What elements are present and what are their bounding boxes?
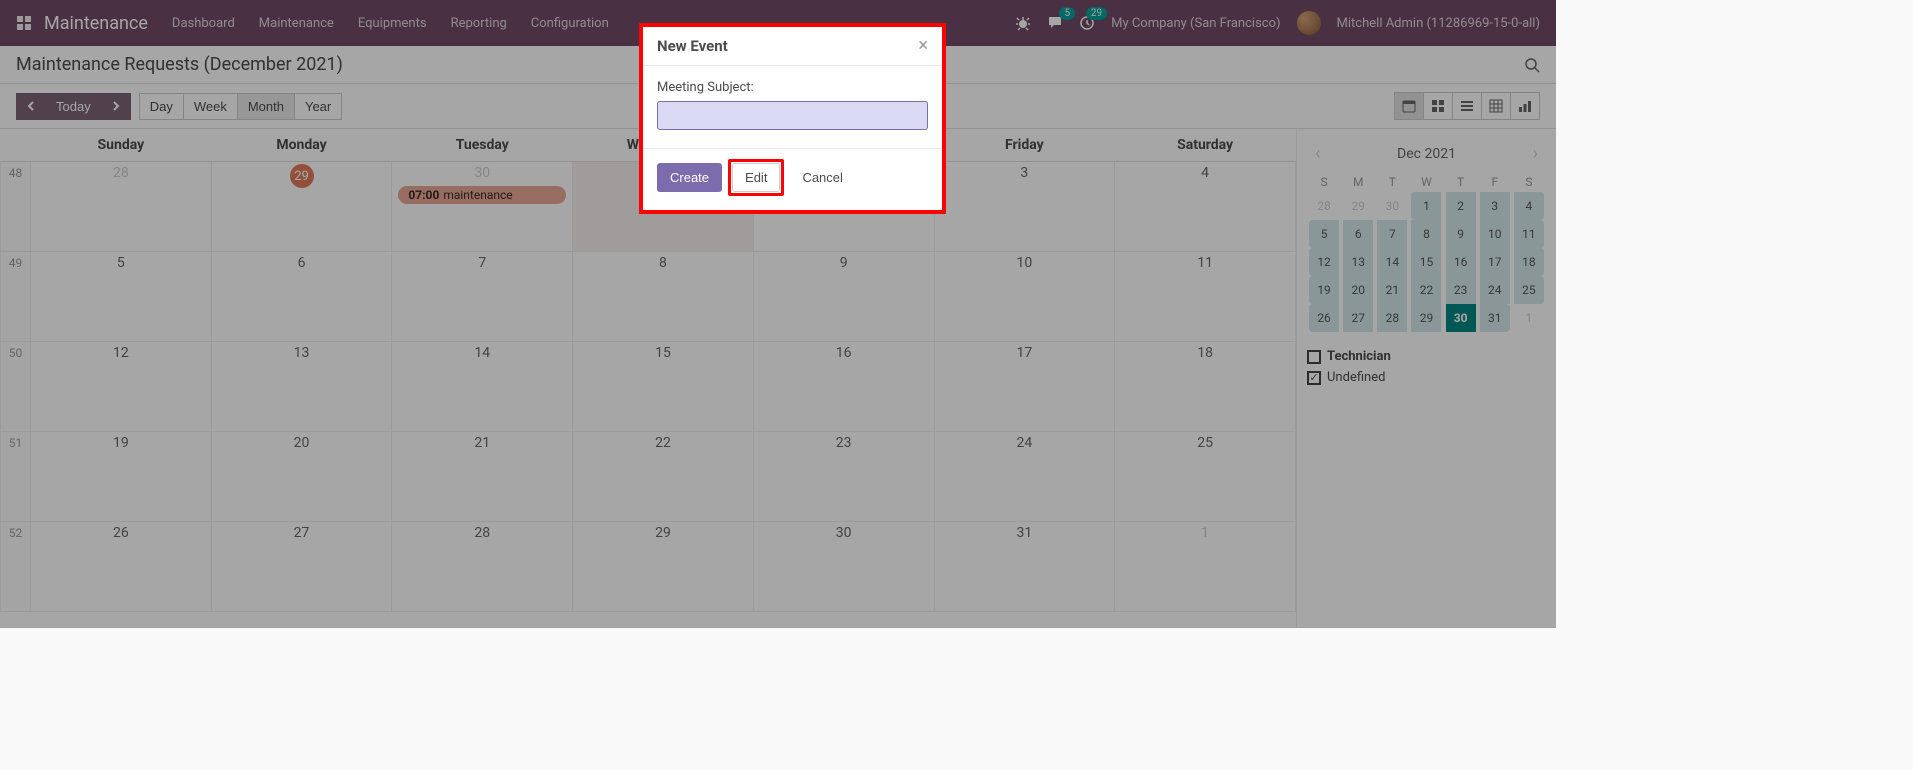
modal-title: New Event: [657, 37, 728, 55]
meeting-subject-input[interactable]: [657, 101, 928, 130]
highlight-box-edit: Edit: [728, 159, 784, 196]
highlight-box-modal: New Event × Meeting Subject: Create Edit…: [639, 23, 946, 214]
cancel-button[interactable]: Cancel: [790, 164, 854, 191]
edit-button[interactable]: Edit: [732, 163, 780, 192]
meeting-subject-label: Meeting Subject:: [657, 80, 928, 95]
create-button[interactable]: Create: [657, 163, 722, 192]
close-icon[interactable]: ×: [918, 37, 928, 55]
new-event-modal: New Event × Meeting Subject: Create Edit…: [643, 27, 942, 210]
